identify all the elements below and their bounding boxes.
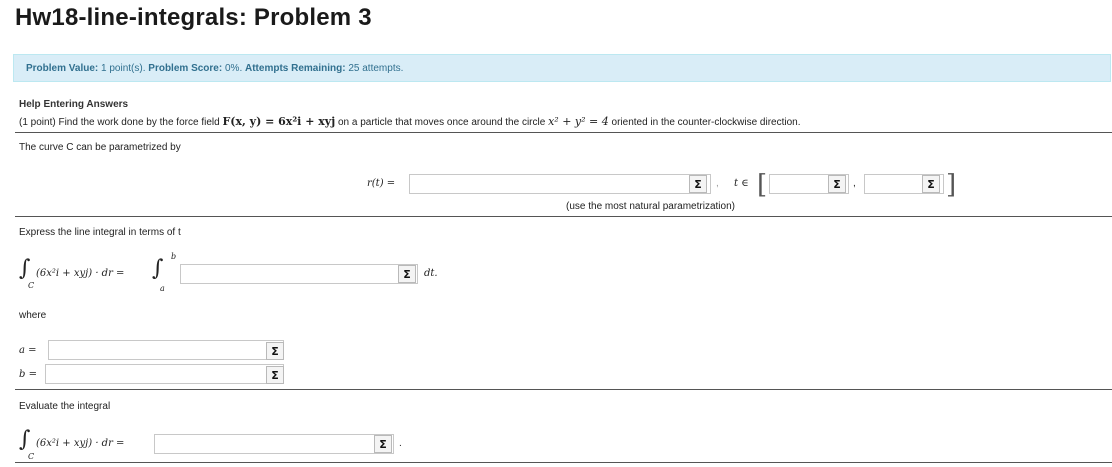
- problem-statement: (1 point) Find the work done by the forc…: [19, 115, 801, 128]
- sigma-icon[interactable]: Σ: [689, 175, 707, 193]
- integral-subscript: C: [28, 452, 35, 461]
- sigma-icon[interactable]: Σ: [266, 342, 284, 360]
- definite-integral-sign: ∫: [152, 256, 164, 281]
- page-title: Hw18-line-integrals: Problem 3: [15, 4, 372, 31]
- result-input[interactable]: [154, 434, 394, 454]
- circle-expr: x² + y² = 4: [548, 115, 609, 128]
- value: 1 point(s).: [101, 63, 146, 74]
- integral-sign: ∫: [19, 427, 31, 452]
- evaluate-text: Evaluate the integral: [19, 401, 111, 412]
- comma-separator: ,: [716, 178, 719, 189]
- r-label: r(t) =: [367, 178, 396, 189]
- sigma-icon[interactable]: Σ: [266, 366, 284, 384]
- divider: [15, 216, 1112, 217]
- dt-label: dt.: [424, 268, 438, 279]
- express-text: Express the line integral in terms of t: [19, 227, 181, 238]
- problem-intro: (1 point) Find the work done by the forc…: [19, 117, 220, 128]
- attempts-label: Attempts Remaining:: [245, 63, 346, 74]
- sigma-icon[interactable]: Σ: [398, 265, 416, 283]
- a-label: a =: [19, 345, 37, 356]
- divider: [15, 389, 1112, 390]
- divider: [15, 462, 1112, 463]
- sigma-icon[interactable]: Σ: [374, 435, 392, 453]
- score-label: Problem Score:: [148, 63, 223, 74]
- right-bracket: ]: [946, 170, 957, 200]
- integral-subscript: C: [28, 281, 35, 290]
- sigma-icon[interactable]: Σ: [922, 175, 940, 193]
- problem-mid: on a particle that moves once around the…: [337, 117, 546, 128]
- b-label: b =: [19, 369, 37, 380]
- integrand-lhs: (6x²i + xyj) · dr =: [36, 268, 125, 279]
- t-in-label: t ∈: [734, 178, 749, 189]
- b-input[interactable]: [45, 364, 284, 384]
- evaluate-lhs: (6x²i + xyj) · dr =: [36, 438, 125, 449]
- upper-limit: b: [171, 252, 177, 261]
- problem-info-text: Problem Value: 1 point(s). Problem Score…: [26, 63, 403, 74]
- score: 0%.: [224, 63, 243, 74]
- integral-sign: ∫: [19, 256, 31, 281]
- attempts: 25 attempts.: [348, 63, 404, 74]
- comma-separator: ,: [853, 178, 856, 189]
- period: .: [399, 438, 402, 449]
- value-label: Problem Value:: [26, 63, 99, 74]
- where-text: where: [19, 310, 47, 321]
- problem-info-bar: Problem Value: 1 point(s). Problem Score…: [13, 54, 1111, 82]
- parametrization-hint: (use the most natural parametrization): [566, 201, 735, 212]
- problem-end: oriented in the counter-clockwise direct…: [611, 117, 801, 128]
- divider: [15, 132, 1112, 133]
- force-field-expr: F(x, y) = 6x²i + xyj: [222, 115, 336, 128]
- curve-text: The curve C can be parametrized by: [19, 142, 181, 153]
- help-entering-answers-link[interactable]: Help Entering Answers: [19, 99, 128, 110]
- r-input[interactable]: [409, 174, 711, 194]
- sigma-icon[interactable]: Σ: [828, 175, 846, 193]
- a-input[interactable]: [48, 340, 284, 360]
- left-bracket: [: [757, 170, 768, 200]
- lower-limit: a: [160, 284, 165, 293]
- integrand-input[interactable]: [180, 264, 418, 284]
